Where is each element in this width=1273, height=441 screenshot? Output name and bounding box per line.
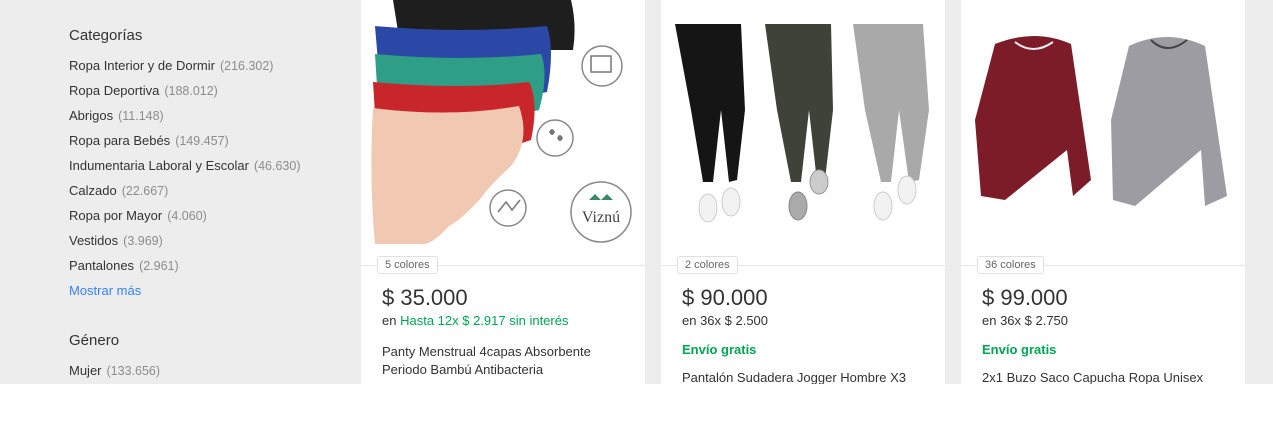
category-label: Calzado [69, 183, 117, 198]
show-more-link[interactable]: Mostrar más [69, 283, 141, 298]
price: $ 35.000 [382, 285, 468, 310]
installments: en 36x $ 2.750 [982, 313, 1069, 328]
category-item[interactable]: Ropa Deportiva (188.012) [69, 81, 301, 106]
category-count: (216.302) [219, 59, 274, 73]
category-count: (2.961) [139, 259, 179, 273]
category-label: Pantalones [69, 258, 135, 273]
colors-tag: 2 colores [677, 256, 738, 274]
colors-tag: 36 colores [977, 256, 1044, 274]
product-card[interactable]: 36 colores $ 99.000 en 36x $ 2.750 Envío… [961, 0, 1245, 384]
price: $ 99.000 [982, 285, 1068, 310]
category-count: (188.012) [164, 84, 218, 98]
installments-promo: Hasta 12x $ 2.917 sin interés [400, 313, 569, 328]
installments: en 36x $ 2.500 [682, 313, 769, 328]
category-label: Indumentaria Laboral y Escolar [69, 158, 249, 173]
category-label: Abrigos [69, 108, 114, 123]
category-item[interactable]: Abrigos (11.148) [69, 106, 301, 131]
category-label: Vestidos [69, 233, 119, 248]
gender-count: (133.656) [106, 364, 161, 378]
category-item[interactable]: Pantalones (2.961) [69, 256, 301, 281]
gender-item[interactable]: Mujer (133.656) [69, 361, 160, 384]
product-card[interactable]: Viznú 5 colores $ 35.000 en Hasta 12x $ … [361, 0, 645, 384]
category-count: (46.630) [253, 159, 301, 173]
category-count: (4.060) [167, 209, 207, 223]
category-item[interactable]: Indumentaria Laboral y Escolar (46.630) [69, 156, 301, 181]
category-item[interactable]: Ropa Interior y de Dormir (216.302) [69, 56, 301, 81]
sneaker [721, 187, 741, 217]
sneaker [873, 191, 893, 221]
category-item[interactable]: Ropa para Bebés (149.457) [69, 131, 301, 156]
category-count: (22.667) [121, 184, 169, 198]
gender-label: Mujer [69, 363, 102, 378]
category-label: Ropa por Mayor [69, 208, 163, 223]
free-shipping-label: Envío gratis [982, 342, 1057, 357]
category-label: Ropa Interior y de Dormir [69, 58, 215, 73]
category-label: Ropa Deportiva [69, 83, 160, 98]
category-item[interactable]: Calzado (22.667) [69, 181, 301, 206]
sneaker [698, 193, 718, 223]
product-title[interactable]: 2x1 Buzo Saco Capucha Ropa Unisex [982, 369, 1232, 384]
sneaker [788, 191, 808, 221]
sneaker [809, 169, 829, 195]
categories-title: Categorías [69, 27, 143, 44]
category-item[interactable]: Vestidos (3.969) [69, 231, 301, 256]
brand-logo-text: Viznú [582, 209, 620, 226]
product-image-hoodies[interactable] [961, 0, 1245, 250]
category-item[interactable]: Ropa por Mayor (4.060) [69, 206, 301, 231]
category-count: (11.148) [118, 109, 164, 123]
free-shipping-label: Envío gratis [682, 342, 757, 357]
installments: en Hasta 12x $ 2.917 sin interés [382, 313, 568, 328]
category-count: (149.457) [175, 134, 229, 148]
product-title[interactable]: Panty Menstrual 4capas Absorbente Period… [382, 343, 632, 379]
installments-prefix: en [382, 313, 397, 328]
category-count: (3.969) [123, 234, 163, 248]
categories-list: Ropa Interior y de Dormir (216.302) Ropa … [69, 56, 301, 281]
product-title[interactable]: Pantalón Sudadera Jogger Hombre X3 [682, 369, 932, 384]
colors-tag: 5 colores [377, 256, 438, 274]
filters-sidebar: Categorías Ropa Interior y de Dormir (216… [0, 0, 360, 384]
gender-list: Mujer (133.656) [69, 361, 160, 384]
product-card[interactable]: 2 colores $ 90.000 en 36x $ 2.500 Envío … [661, 0, 945, 384]
product-image-joggers[interactable] [661, 0, 945, 250]
gender-title: Género [69, 332, 120, 349]
product-image-panties[interactable]: Viznú [361, 0, 645, 250]
sneaker [897, 175, 917, 205]
search-results-page: Categorías Ropa Interior y de Dormir (216… [0, 0, 1273, 384]
category-label: Ropa para Bebés [69, 133, 171, 148]
price: $ 90.000 [682, 285, 768, 310]
